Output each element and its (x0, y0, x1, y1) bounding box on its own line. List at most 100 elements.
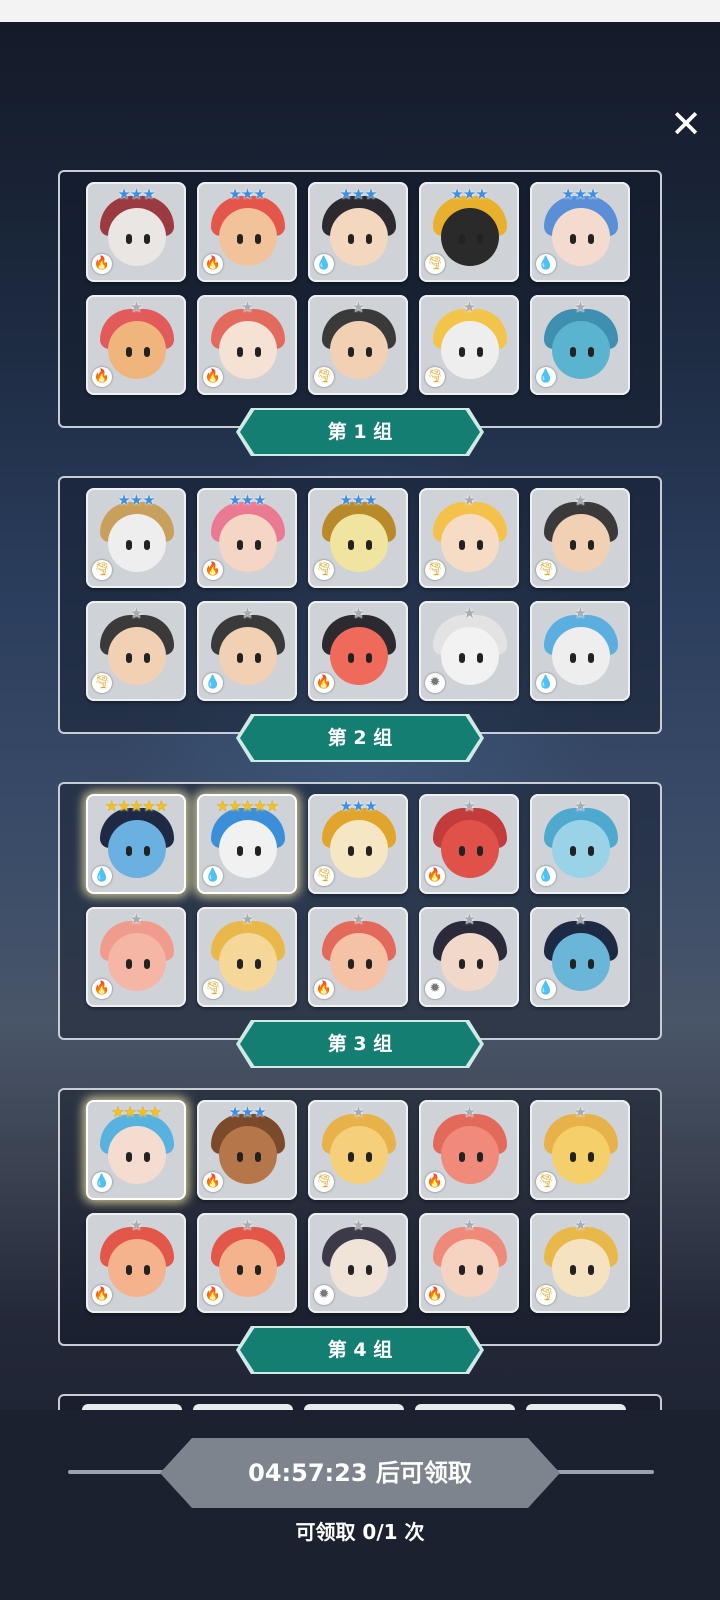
hero-card[interactable]: ★★★ 🔥 (197, 1100, 297, 1200)
star-rating: ★★★★ (111, 1103, 162, 1121)
hero-card[interactable]: ★ 🔥 (308, 907, 408, 1007)
star-rating: ★ (462, 797, 476, 815)
hero-eye (570, 1265, 576, 1275)
hero-eye (126, 653, 132, 663)
star-rating: ★★★ (339, 185, 377, 203)
hero-card[interactable]: ★ 🌪 (530, 1213, 630, 1313)
hero-eye (255, 959, 261, 969)
hero-card[interactable]: ★ 🔥 (86, 295, 186, 395)
hero-card[interactable]: ★ 🌪 (419, 295, 519, 395)
hero-card[interactable]: ★ 🌪 (308, 295, 408, 395)
hero-card[interactable]: ★★★ 💧 (308, 182, 408, 282)
hero-eye (126, 540, 132, 550)
hero-eye (237, 1265, 243, 1275)
hero-eye (144, 347, 150, 357)
hero-eye (477, 347, 483, 357)
hero-eye (126, 1265, 132, 1275)
hero-card[interactable]: ★ 🔥 (419, 794, 519, 894)
hero-eye (588, 540, 594, 550)
hero-card[interactable]: ★ 🔥 (197, 295, 297, 395)
star-rating: ★ (351, 1103, 365, 1121)
star-rating: ★★★ (561, 185, 599, 203)
hero-card[interactable]: ★ 💧 (530, 907, 630, 1007)
close-icon[interactable]: ✕ (666, 104, 706, 144)
hero-eye (477, 540, 483, 550)
star-rating: ★ (573, 1103, 587, 1121)
hero-card[interactable]: ★★★ 💧 (530, 182, 630, 282)
hero-eye (144, 540, 150, 550)
hero-card[interactable]: ★ 💧 (197, 601, 297, 701)
star-rating: ★ (351, 298, 365, 316)
star-rating: ★ (129, 910, 143, 928)
hero-card[interactable]: ★ 🌪 (530, 1100, 630, 1200)
hero-portrait (108, 514, 166, 572)
hero-portrait (219, 321, 277, 379)
hero-card[interactable]: ★ 💧 (530, 295, 630, 395)
star-rating: ★★★ (228, 1103, 266, 1121)
hero-card[interactable]: ★ 💧 (530, 601, 630, 701)
hero-portrait (108, 627, 166, 685)
hero-eye (348, 540, 354, 550)
hero-card[interactable]: ★ ✹ (419, 907, 519, 1007)
star-rating: ★★★ (228, 491, 266, 509)
water-element-icon: 💧 (203, 866, 223, 886)
star-rating: ★ (462, 1103, 476, 1121)
water-element-icon: 💧 (203, 673, 223, 693)
hero-eye (588, 959, 594, 969)
hero-eye (366, 846, 372, 856)
hero-eye (348, 653, 354, 663)
hero-eye (255, 653, 261, 663)
hero-portrait (552, 321, 610, 379)
hero-eye (459, 540, 465, 550)
hero-card[interactable]: ★ 🌪 (530, 488, 630, 588)
claim-button[interactable]: 04:57:23 后可领取 (160, 1438, 560, 1508)
water-element-icon: 💧 (92, 1172, 112, 1192)
hero-eye (570, 959, 576, 969)
hero-card[interactable]: ★ 🌪 (197, 907, 297, 1007)
fire-element-icon: 🔥 (92, 979, 112, 999)
hero-card[interactable]: ★ ✹ (419, 601, 519, 701)
hero-card[interactable]: ★ 🌪 (419, 488, 519, 588)
hero-card[interactable]: ★★★ 🌪 (308, 794, 408, 894)
hero-card[interactable]: ★★★ 🌪 (86, 488, 186, 588)
hero-eye (144, 1265, 150, 1275)
hero-card[interactable]: ★ 💧 (530, 794, 630, 894)
hero-card[interactable]: ★ 🌪 (86, 601, 186, 701)
group-label-4: 第 4 组 (240, 1328, 480, 1372)
hero-portrait (108, 321, 166, 379)
hero-portrait (330, 933, 388, 991)
water-element-icon: 💧 (536, 254, 556, 274)
group-panel-1: ★★★ 🔥 ★★★ 🔥 ★★★ 💧 ★★★ 🌪 ★★★ 💧 ★ 🔥 ★ 🔥 ★ 🌪 ★ 🌪 ★ 💧 (58, 170, 662, 428)
hero-portrait (330, 1126, 388, 1184)
hero-eye (237, 347, 243, 357)
wind-element-icon: 🌪 (536, 560, 556, 580)
hero-card[interactable]: ★ 🔥 (86, 1213, 186, 1313)
hero-card[interactable]: ★★★ 🌪 (308, 488, 408, 588)
hero-card[interactable]: ★ 🔥 (308, 601, 408, 701)
group-panel-3: ★★★★★ 💧 ★★★★★ 💧 ★★★ 🌪 ★ 🔥 ★ 💧 ★ 🔥 ★ 🌪 ★ 🔥 ★ ✹ ★ 💧 (58, 782, 662, 1040)
hero-eye (255, 1265, 261, 1275)
hero-card[interactable]: ★★★★★ 💧 (197, 794, 297, 894)
hero-card[interactable]: ★★★ 🌪 (419, 182, 519, 282)
hero-eye (255, 846, 261, 856)
star-rating: ★★★ (117, 491, 155, 509)
hero-card[interactable]: ★ 🔥 (419, 1100, 519, 1200)
hero-card[interactable]: ★★★★ 💧 (86, 1100, 186, 1200)
wind-element-icon: 🌪 (92, 673, 112, 693)
hero-card[interactable]: ★ 🔥 (86, 907, 186, 1007)
hero-card[interactable]: ★★★ 🔥 (197, 182, 297, 282)
hero-card[interactable]: ★ ✹ (308, 1213, 408, 1313)
hero-eye (348, 1265, 354, 1275)
hero-card[interactable]: ★★★★★ 💧 (86, 794, 186, 894)
hero-card[interactable]: ★ 🔥 (419, 1213, 519, 1313)
hero-card[interactable]: ★ 🌪 (308, 1100, 408, 1200)
hero-card[interactable]: ★★★ 🔥 (86, 182, 186, 282)
fire-element-icon: 🔥 (425, 866, 445, 886)
hero-eye (570, 540, 576, 550)
hero-card[interactable]: ★ 🔥 (197, 1213, 297, 1313)
hero-card[interactable]: ★★★ 🔥 (197, 488, 297, 588)
hero-eye (144, 846, 150, 856)
hero-eye (126, 347, 132, 357)
hero-eye (366, 347, 372, 357)
group-label-1: 第 1 组 (240, 410, 480, 454)
